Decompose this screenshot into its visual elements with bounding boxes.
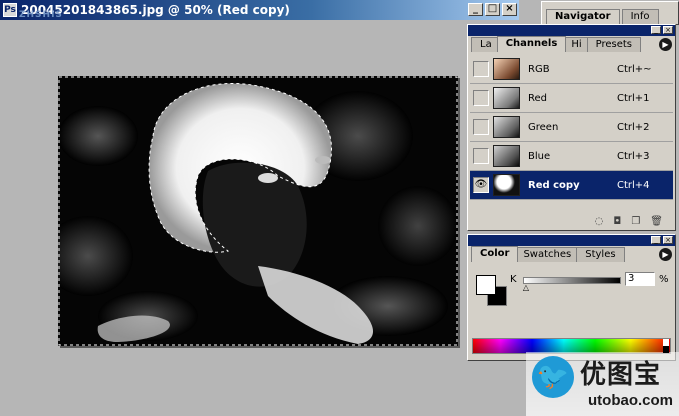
visibility-toggle[interactable]	[473, 148, 489, 164]
channel-name: Green	[528, 121, 559, 133]
navigator-panel: Navigator Info	[541, 1, 679, 25]
channel-image	[58, 76, 458, 346]
site-watermark: 🐦 优图宝 utobao.com	[526, 352, 679, 416]
channel-thumbnail	[493, 116, 520, 138]
maximize-button[interactable]: □	[485, 3, 500, 16]
k-slider-thumb[interactable]: △	[523, 284, 529, 292]
k-unit-label: %	[659, 274, 669, 285]
channel-name: Blue	[528, 150, 551, 162]
color-panel: _ × Color Swatches Styles ▶ K △ 3 %	[467, 234, 676, 361]
tab-color[interactable]: Color	[471, 246, 519, 262]
new-channel-icon[interactable]: ❐	[631, 216, 640, 227]
tab-info[interactable]: Info	[621, 9, 659, 24]
trash-icon[interactable]: 🗑	[650, 216, 663, 227]
minimize-button[interactable]: _	[468, 3, 483, 16]
k-slider-label: K	[510, 274, 517, 285]
corner-watermark: ZHSHIS	[19, 10, 63, 20]
palette-minimize-button[interactable]: _	[651, 26, 661, 34]
channel-row-blue[interactable]: Blue Ctrl+3	[470, 142, 673, 171]
save-selection-icon[interactable]: ◘	[613, 216, 621, 227]
palette-titlebar[interactable]: _ ×	[468, 235, 675, 246]
close-button[interactable]: ×	[502, 3, 517, 16]
palette-menu-icon[interactable]: ▶	[659, 248, 672, 261]
tab-channels[interactable]: Channels	[496, 36, 567, 52]
channel-row-red-copy[interactable]: 👁 Red copy Ctrl+4	[470, 171, 673, 200]
channel-row-rgb[interactable]: RGB Ctrl+~	[470, 55, 673, 84]
visibility-toggle[interactable]	[473, 119, 489, 135]
channel-name: Red	[528, 92, 547, 104]
visibility-toggle[interactable]	[473, 61, 489, 77]
palette-titlebar[interactable]: _ ×	[468, 25, 675, 36]
load-selection-icon[interactable]: ◌	[595, 216, 604, 227]
image-canvas[interactable]	[58, 76, 458, 346]
palette-minimize-button[interactable]: _	[651, 236, 661, 244]
visibility-toggle[interactable]	[473, 90, 489, 106]
watermark-url: utobao.com	[588, 392, 673, 409]
channel-name: RGB	[528, 63, 550, 75]
channel-shortcut: Ctrl+4	[617, 179, 650, 191]
palette-close-button[interactable]: ×	[663, 26, 673, 34]
eye-icon[interactable]: 👁	[473, 177, 489, 193]
k-value-input[interactable]: 3	[625, 272, 655, 286]
channels-footer: ◌ ◘ ❐ 🗑	[470, 214, 673, 228]
palette-menu-icon[interactable]: ▶	[659, 38, 672, 51]
channel-thumbnail	[493, 174, 520, 196]
tab-presets[interactable]: Presets	[586, 37, 642, 52]
tab-styles[interactable]: Styles	[576, 247, 625, 262]
channel-shortcut: Ctrl+~	[617, 63, 652, 75]
channel-row-red[interactable]: Red Ctrl+1	[470, 84, 673, 113]
palette-close-button[interactable]: ×	[663, 236, 673, 244]
channel-shortcut: Ctrl+2	[617, 121, 650, 133]
k-slider[interactable]	[523, 277, 621, 284]
bird-logo-icon: 🐦	[532, 356, 574, 398]
channel-shortcut: Ctrl+1	[617, 92, 650, 104]
channel-thumbnail	[493, 87, 520, 109]
channel-row-green[interactable]: Green Ctrl+2	[470, 113, 673, 142]
watermark-chinese: 优图宝	[580, 360, 662, 390]
black-white-ramp[interactable]	[663, 339, 669, 353]
document-titlebar[interactable]: Ps 20045201843865.jpg @ 50% (Red copy) _…	[0, 0, 519, 20]
foreground-color-swatch[interactable]	[476, 275, 496, 295]
channel-list: RGB Ctrl+~ Red Ctrl+1 Green Ctrl+2 Blue …	[470, 55, 673, 221]
channel-name: Red copy	[528, 179, 580, 191]
tab-navigator[interactable]: Navigator	[546, 9, 620, 24]
photoshop-document-icon[interactable]: Ps	[3, 3, 17, 17]
tab-swatches[interactable]: Swatches	[514, 247, 581, 262]
channel-shortcut: Ctrl+3	[617, 150, 650, 162]
channel-thumbnail	[493, 58, 520, 80]
channels-panel: _ × La Channels Hi Presets ▶ RGB Ctrl+~ …	[467, 24, 676, 231]
channel-thumbnail	[493, 145, 520, 167]
